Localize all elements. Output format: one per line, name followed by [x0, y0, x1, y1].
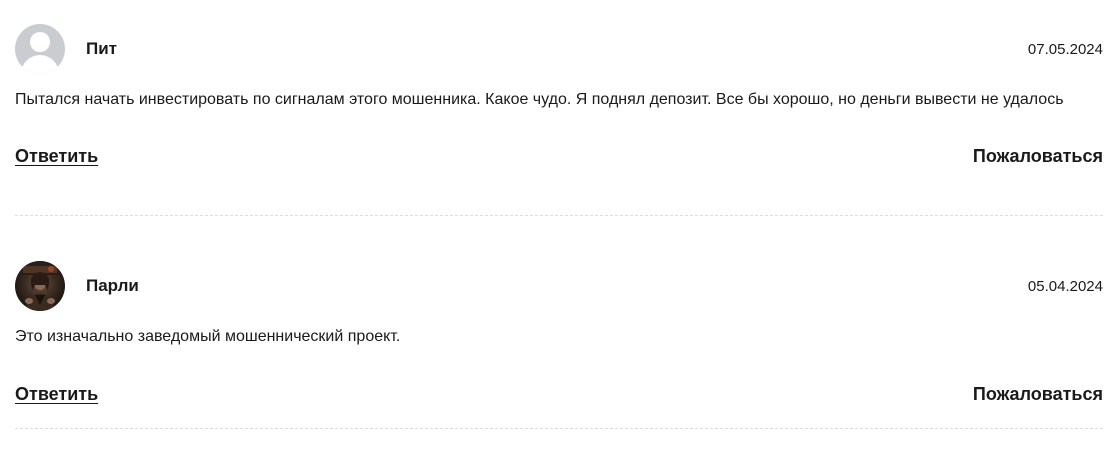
avatar	[15, 24, 65, 74]
comment-header: Пит 07.05.2024	[15, 24, 1103, 74]
user-photo	[15, 261, 65, 311]
comment-actions: Ответить Пожаловаться	[15, 146, 1103, 172]
comment-header: Парли 05.04.2024	[15, 261, 1103, 311]
comments-list: Пит 07.05.2024 Пытался начать инвестиров…	[0, 0, 1114, 452]
reply-link[interactable]: Ответить	[15, 146, 98, 167]
author-name: Пит	[86, 39, 117, 58]
report-link[interactable]: Пожаловаться	[973, 384, 1103, 405]
comment-text: Это изначально заведомый мошеннический п…	[15, 328, 401, 345]
comment-item: Пит 07.05.2024 Пытался начать инвестиров…	[15, 24, 1103, 172]
divider	[15, 428, 1103, 429]
comment-text: Пытался начать инвестировать по сигналам…	[15, 91, 1064, 108]
avatar	[15, 261, 65, 311]
report-link[interactable]: Пожаловаться	[973, 146, 1103, 167]
reply-link[interactable]: Ответить	[15, 384, 98, 405]
author-name: Парли	[86, 276, 139, 295]
comment-date: 07.05.2024	[1027, 41, 1103, 58]
comment-actions: Ответить Пожаловаться	[15, 384, 1103, 410]
comment-item: Парли 05.04.2024 Это изначально заведомы…	[15, 261, 1103, 410]
comment-date: 05.04.2024	[1027, 278, 1103, 295]
divider	[15, 215, 1103, 216]
